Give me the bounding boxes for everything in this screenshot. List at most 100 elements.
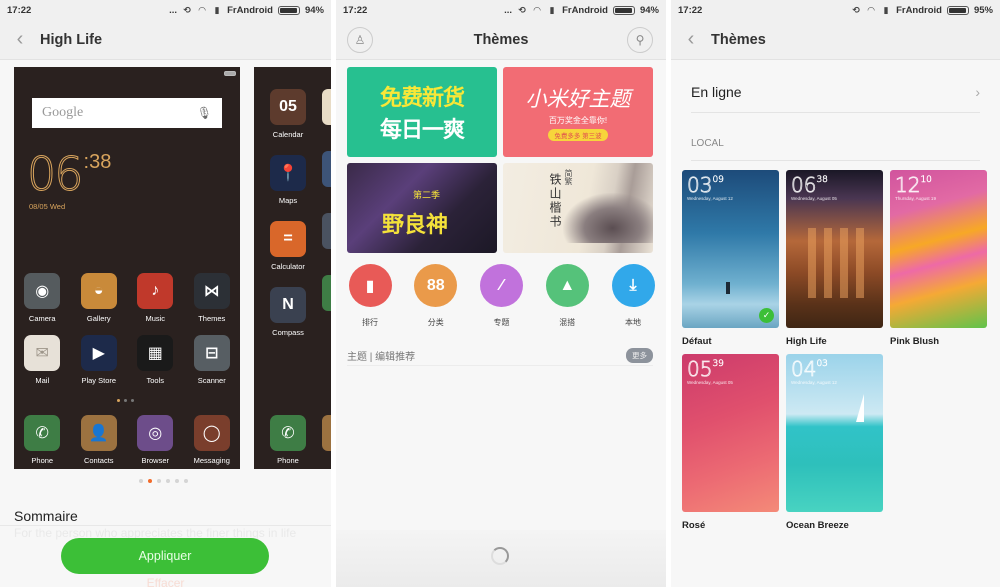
app-label: Maps [278, 196, 298, 205]
app-messaging: ◯ Messaging [184, 415, 241, 465]
local-theme-grid: 0309 Wednesday, August 12 ✓ Défaut 0638 Wedne… [682, 170, 988, 538]
category-label: 混搭 [559, 318, 576, 327]
category-4[interactable]: ⤓ 本地 [610, 264, 656, 328]
preview-carousel-dots[interactable] [139, 479, 188, 483]
app-gallery-icon: ◒ [80, 273, 117, 309]
thumbnail-clock-hours: 12 [895, 173, 921, 198]
carousel-dot[interactable] [139, 479, 143, 483]
banner-text: 第二季 [413, 190, 441, 200]
notification-dots: ... [169, 4, 178, 16]
preview-app-grid: ◉ Camera ◒ Gallery ♪ Music ⋈ Themes ✉ Mail ▶ Play S… [14, 273, 240, 385]
banner-xiaomi-themes[interactable]: 小米好主题 百万奖金全靠你! 免费多多 第三波 [503, 67, 653, 157]
more-button[interactable]: 更多 [626, 348, 653, 363]
thumbnail-clock-hours: 06 [791, 173, 817, 198]
banner-noragami[interactable]: 第二季 野良神 [347, 163, 497, 253]
theme-card-ocean-breeze[interactable]: 0403 Wednesday, August 12 Ocean Breeze [786, 354, 883, 538]
app-label: Phone [31, 456, 54, 465]
carousel-dot[interactable] [184, 479, 188, 483]
battery-percent: 94% [639, 4, 659, 16]
category-0[interactable]: ▮ 排行 [347, 264, 393, 328]
app-label: Messaging [193, 456, 230, 465]
banner-text: 免费新货 [379, 85, 465, 110]
theme-card-pink-blush[interactable]: 1210 Thursday, August 19 Pink Blush [890, 170, 987, 354]
status-bar: 17:22 ... ⟲ ◠ ▮ FrAndroid 94% [336, 0, 666, 20]
app-label: Camera [28, 314, 56, 323]
section-title: 主题 | 编辑推荐 [347, 352, 416, 363]
carrier-name: FrAndroid [562, 4, 608, 16]
carousel-dot[interactable] [157, 479, 161, 483]
app-label: Gallery [86, 314, 111, 323]
theme-name: Défaut [682, 336, 712, 347]
selected-check-icon: ✓ [759, 308, 774, 323]
thumbnail-clock-minutes: 38 [816, 175, 828, 186]
theme-preview-page-1[interactable]: Google 🎙 06:38 08/05 Wed ◉ Camera ◒ Gallery… [14, 67, 240, 469]
app-maps-icon: 📍 [270, 155, 306, 191]
carousel-dot[interactable] [166, 479, 170, 483]
temple-column [856, 228, 864, 298]
carousel-dot[interactable] [175, 479, 179, 483]
category-1[interactable]: 88 分类 [413, 264, 459, 328]
banner-text: 简繁 [564, 169, 573, 185]
status-time: 17:22 [7, 4, 32, 16]
signal-icon: ▮ [214, 5, 220, 15]
app-maps: 📍 Maps [268, 155, 308, 205]
category-2[interactable]: ⁄ 专题 [479, 264, 525, 328]
preview-date: 08/05 Wed [29, 202, 66, 211]
apply-button[interactable]: Appliquer [61, 538, 269, 574]
wifi-icon: ◠ [867, 5, 875, 15]
app-label: Tools [146, 376, 164, 385]
back-button[interactable]: ‹ [0, 28, 40, 51]
preview-search-widget: Google 🎙 [32, 98, 222, 128]
theme-name: High Life [786, 336, 827, 347]
theme-thumbnail[interactable]: 0539 Wednesday, August 05 [682, 354, 779, 512]
divider [691, 160, 980, 161]
battery-icon [946, 5, 969, 15]
theme-thumbnail[interactable]: 0638 Wednesday, August 05 [786, 170, 883, 328]
back-button[interactable]: ‹ [671, 28, 711, 51]
banner-calligraphy-font[interactable]: 铁山楷书 简繁 [503, 163, 653, 253]
thumbnail-clock-minutes: 03 [816, 359, 828, 370]
app-gallery: ◒ Gallery [71, 273, 128, 323]
banner-free-new[interactable]: 免费新货 每日一爽 [347, 67, 497, 157]
app-label: Play Store [81, 376, 117, 385]
app-camera: ◉ Camera [14, 273, 71, 323]
app-tools-icon: ▦ [137, 335, 174, 371]
online-themes-row[interactable]: En ligne › [691, 71, 980, 113]
banner-text: 小米好主题 [525, 87, 631, 111]
category-icon: ▲ [545, 264, 589, 307]
app-label: Browser [141, 456, 169, 465]
theme-thumbnail[interactable]: 1210 Thursday, August 19 [890, 170, 987, 328]
mountain-illustration [563, 193, 653, 243]
thumbnail-clock-hours: 04 [791, 357, 817, 382]
theme-preview-page-2[interactable]: 05 Calendar 📍 Maps = Calculator N Compass ✆ Phon… [254, 67, 331, 469]
category-3[interactable]: ▲ 混搭 [544, 264, 590, 328]
carousel-dot[interactable] [148, 479, 152, 483]
thumbnail-clock: 0638 [791, 173, 829, 198]
app-scanner-icon: ⊟ [193, 335, 230, 371]
sync-off-icon: ⟲ [183, 5, 191, 15]
theme-store-screen: 17:22 ... ⟲ ◠ ▮ FrAndroid 94% ♙ Thèmes ⚲… [336, 0, 666, 587]
theme-thumbnail[interactable]: 0309 Wednesday, August 12 ✓ [682, 170, 779, 328]
carrier-name: FrAndroid [227, 4, 273, 16]
delete-button[interactable]: Effacer [0, 576, 331, 587]
app-label: Themes [198, 314, 226, 323]
thumbnail-date: Thursday, August 19 [895, 196, 936, 201]
theme-card-rosé[interactable]: 0539 Wednesday, August 05 Rosé [682, 354, 779, 538]
thumbnail-date: Wednesday, August 05 [791, 196, 837, 201]
partial-app-icon [322, 89, 331, 125]
person-silhouette [726, 282, 730, 294]
theme-card-high-life[interactable]: 0638 Wednesday, August 05 High Life [786, 170, 883, 354]
sailboat [856, 394, 864, 422]
preview-dock: ✆ Phone 👤 Contacts ◎ Browser ◯ Messaging [14, 415, 240, 465]
app-themes-icon: ⋈ [193, 273, 230, 309]
google-logo: Google [42, 105, 84, 120]
local-themes-screen: 17:22 ⟲ ◠ ▮ FrAndroid 95% ‹ Thèmes En li… [671, 0, 1000, 587]
category-label: 分类 [427, 318, 444, 327]
theme-card-défaut[interactable]: 0309 Wednesday, August 12 ✓ Défaut [682, 170, 779, 354]
theme-detail-screen: 17:22 ... ⟲ ◠ ▮ FrAndroid 94% ‹ High Lif… [0, 0, 331, 587]
preview-clock: 06:38 [27, 147, 112, 202]
page-title: High Life [40, 31, 103, 48]
app-calculator: = Calculator [268, 221, 308, 271]
search-button[interactable]: ⚲ [627, 27, 653, 53]
theme-thumbnail[interactable]: 0403 Wednesday, August 12 [786, 354, 883, 512]
